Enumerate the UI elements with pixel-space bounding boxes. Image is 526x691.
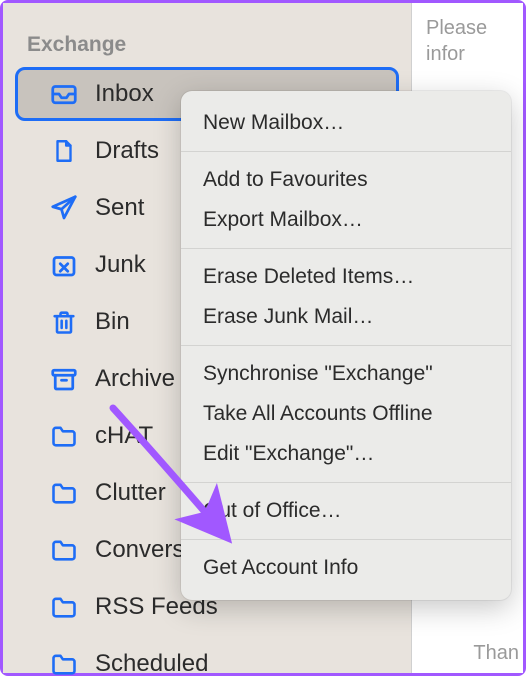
message-snippet-top: Please infor	[426, 15, 519, 67]
folder-icon	[47, 534, 81, 566]
menu-divider	[181, 482, 511, 483]
menu-divider	[181, 539, 511, 540]
menu-divider	[181, 248, 511, 249]
menu-divider	[181, 345, 511, 346]
folder-icon	[47, 648, 81, 680]
sidebar-item-label: Drafts	[95, 137, 159, 165]
archive-icon	[47, 363, 81, 395]
menu-item-synchronise-exchange[interactable]: Synchronise "Exchange"	[181, 354, 511, 394]
menu-item-erase-deleted-items[interactable]: Erase Deleted Items…	[181, 257, 511, 297]
sidebar-item-label: Clutter	[95, 479, 166, 507]
account-header: Exchange	[15, 15, 399, 67]
folder-icon	[47, 477, 81, 509]
menu-item-erase-junk-mail[interactable]: Erase Junk Mail…	[181, 297, 511, 337]
sidebar-item-label: Scheduled	[95, 650, 208, 678]
menu-item-edit-exchange[interactable]: Edit "Exchange"…	[181, 434, 511, 474]
junk-icon	[47, 249, 81, 281]
menu-divider	[181, 151, 511, 152]
menu-item-get-account-info[interactable]: Get Account Info	[181, 548, 511, 588]
message-snippet-bottom: Than	[473, 642, 519, 665]
folder-icon	[47, 420, 81, 452]
sidebar-item-label: Bin	[95, 308, 130, 336]
menu-item-new-mailbox[interactable]: New Mailbox…	[181, 103, 511, 143]
sidebar-item-label: Inbox	[95, 80, 154, 108]
inbox-icon	[47, 78, 81, 110]
paperplane-icon	[47, 192, 81, 224]
menu-item-out-of-office[interactable]: Out of Office…	[181, 491, 511, 531]
sidebar-item-label: Archive	[95, 365, 175, 393]
menu-item-export-mailbox[interactable]: Export Mailbox…	[181, 200, 511, 240]
document-icon	[47, 135, 81, 167]
folder-icon	[47, 591, 81, 623]
trash-icon	[47, 306, 81, 338]
menu-item-add-to-favourites[interactable]: Add to Favourites	[181, 160, 511, 200]
sidebar-item-label: Junk	[95, 251, 146, 279]
sidebar-item-label: Sent	[95, 194, 144, 222]
sidebar-item-label: cHAT	[95, 422, 153, 450]
menu-item-take-all-accounts-offline[interactable]: Take All Accounts Offline	[181, 394, 511, 434]
mailbox-context-menu: New Mailbox… Add to FavouritesExport Mail…	[181, 91, 511, 600]
sidebar-item-scheduled[interactable]: Scheduled	[15, 637, 399, 691]
